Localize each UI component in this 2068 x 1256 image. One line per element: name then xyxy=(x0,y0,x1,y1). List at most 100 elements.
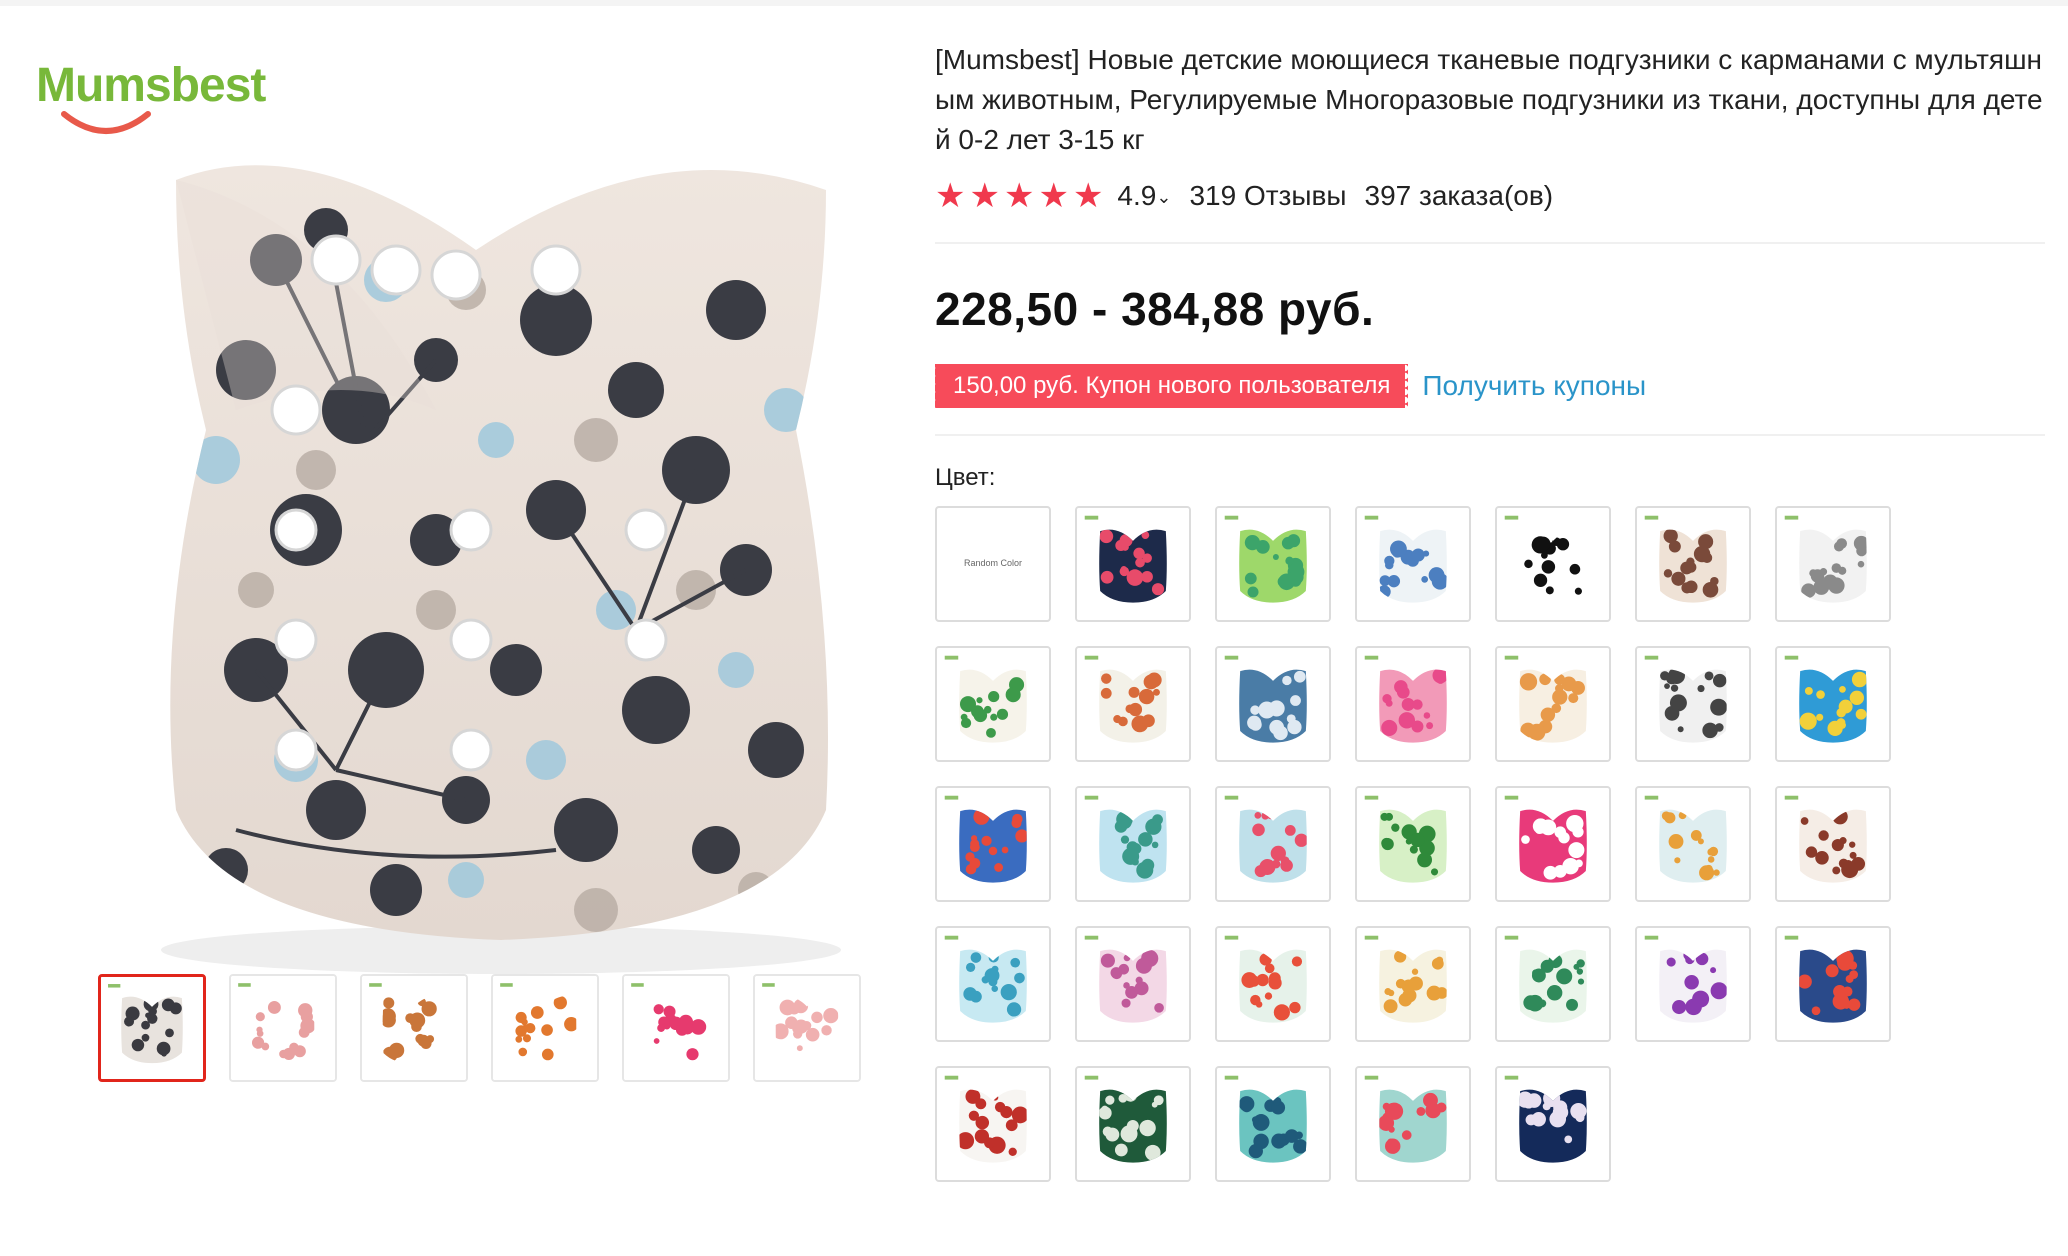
reviews-link[interactable]: 319 Отзывы xyxy=(1189,180,1346,212)
color-swatch[interactable] xyxy=(1495,646,1611,762)
star-icon: ★ xyxy=(1038,177,1069,215)
thumbnail-image xyxy=(101,977,203,1079)
swatch-image xyxy=(1217,788,1329,900)
color-swatch[interactable] xyxy=(1215,506,1331,622)
thumbnail-strip xyxy=(98,974,861,1082)
thumbnail-image xyxy=(755,976,859,1080)
swatch-image xyxy=(937,788,1049,900)
rating-number: 4.9 xyxy=(1117,180,1157,211)
thumbnail-image xyxy=(493,976,597,1080)
swatch-image xyxy=(1357,1068,1469,1180)
color-swatch[interactable] xyxy=(1495,506,1611,622)
swatch-image xyxy=(1497,928,1609,1040)
color-swatch[interactable] xyxy=(1635,646,1751,762)
swatch-image xyxy=(1217,648,1329,760)
thumb-main[interactable] xyxy=(98,974,206,1082)
color-swatch[interactable] xyxy=(1215,926,1331,1042)
star-icon: ★ xyxy=(1003,177,1035,215)
swatch-image xyxy=(1357,788,1469,900)
swatch-image xyxy=(1077,508,1189,620)
color-swatch[interactable] xyxy=(935,1066,1051,1182)
star-icon: ★ xyxy=(935,177,966,215)
swatch-image xyxy=(1637,788,1749,900)
rating-value[interactable]: 4.9⌄ xyxy=(1117,180,1171,212)
thumb-howto[interactable] xyxy=(491,974,599,1082)
swatch-image xyxy=(1217,1068,1329,1180)
thumbnail-image xyxy=(362,976,466,1080)
logo-smile-icon xyxy=(61,111,151,134)
color-swatch[interactable] xyxy=(1775,646,1891,762)
swatch-image xyxy=(1077,928,1189,1040)
orders-count: 397 заказа(ов) xyxy=(1364,180,1554,211)
color-swatch[interactable] xyxy=(1355,786,1471,902)
color-swatch[interactable] xyxy=(1775,926,1891,1042)
swatch-image xyxy=(1777,788,1889,900)
color-swatch[interactable] xyxy=(1075,1066,1191,1182)
swatch-image xyxy=(1637,508,1749,620)
color-swatch[interactable] xyxy=(1075,786,1191,902)
color-swatch[interactable] xyxy=(1635,506,1751,622)
swatch-image xyxy=(1497,648,1609,760)
thumb-sizes[interactable] xyxy=(360,974,468,1082)
product-info: [Mumsbest] Новые детские моющиеся тканев… xyxy=(931,40,2045,1182)
swatch-image xyxy=(1497,1068,1609,1180)
color-swatch[interactable] xyxy=(935,926,1051,1042)
swatch-image xyxy=(1077,788,1189,900)
star-icon: ★ xyxy=(1072,177,1104,215)
color-swatch[interactable] xyxy=(1215,1066,1331,1182)
swatch-image xyxy=(937,928,1049,1040)
color-swatch[interactable] xyxy=(1075,506,1191,622)
color-swatch[interactable] xyxy=(1775,506,1891,622)
color-swatch[interactable] xyxy=(935,786,1051,902)
color-swatch[interactable] xyxy=(1495,926,1611,1042)
color-swatch[interactable] xyxy=(1075,926,1191,1042)
color-swatch[interactable] xyxy=(1215,786,1331,902)
price-range: 228,50 - 384,88 руб. xyxy=(935,283,1375,335)
thumbnail-image xyxy=(624,976,728,1080)
color-swatch[interactable] xyxy=(935,646,1051,762)
color-swatch[interactable] xyxy=(1215,646,1331,762)
color-swatch[interactable] xyxy=(1495,1066,1611,1182)
color-swatch[interactable]: Random Color xyxy=(935,506,1051,622)
coupon-row: 150,00 руб. Купон нового пользователя По… xyxy=(931,364,2045,408)
color-label: Цвет: xyxy=(935,464,996,491)
thumb-inserts[interactable] xyxy=(753,974,861,1082)
color-swatch[interactable] xyxy=(1495,786,1611,902)
random-color-label: Random Color xyxy=(963,558,1023,568)
color-swatch[interactable] xyxy=(1635,786,1751,902)
rating-row: ★ ★ ★ ★ ★ 4.9⌄ 319 Отзывы 397 заказа(ов) xyxy=(935,174,2045,218)
thumb-info[interactable] xyxy=(229,974,337,1082)
color-swatch[interactable] xyxy=(1075,646,1191,762)
color-swatch[interactable] xyxy=(1355,926,1471,1042)
get-coupons-link[interactable]: Получить купоны xyxy=(1422,370,1646,402)
product-title: [Mumsbest] Новые детские моющиеся тканев… xyxy=(935,44,2043,155)
color-swatch[interactable] xyxy=(1355,506,1471,622)
thumbnail-image xyxy=(231,976,335,1080)
main-product-image[interactable] xyxy=(136,110,866,1000)
swatch-image xyxy=(1077,1068,1189,1180)
chevron-down-icon: ⌄ xyxy=(1156,187,1172,208)
logo-text: Mumsbest xyxy=(36,59,266,112)
coupon-badge: 150,00 руб. Купон нового пользователя xyxy=(931,364,1412,408)
brand-logo: Mumsbest xyxy=(36,58,276,148)
swatch-image xyxy=(1497,508,1609,620)
swatch-image xyxy=(1217,928,1329,1040)
divider xyxy=(935,434,2045,436)
color-swatch[interactable] xyxy=(1635,926,1751,1042)
swatch-image xyxy=(1217,508,1329,620)
star-rating: ★ ★ ★ ★ ★ xyxy=(935,179,1103,213)
thumb-open[interactable] xyxy=(622,974,730,1082)
top-border xyxy=(0,0,2068,6)
swatch-image xyxy=(1777,648,1889,760)
swatch-image xyxy=(1357,928,1469,1040)
divider xyxy=(935,242,2045,244)
color-swatch[interactable] xyxy=(1355,1066,1471,1182)
swatch-image xyxy=(1357,508,1469,620)
color-swatch[interactable] xyxy=(1775,786,1891,902)
swatch-image xyxy=(1777,508,1889,620)
star-icon: ★ xyxy=(969,177,1000,215)
swatch-image xyxy=(937,1068,1049,1180)
color-swatch[interactable] xyxy=(1355,646,1471,762)
swatch-image xyxy=(1357,648,1469,760)
diaper-illustration xyxy=(136,110,866,1000)
